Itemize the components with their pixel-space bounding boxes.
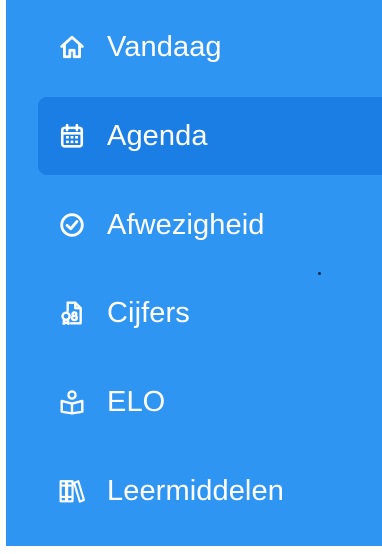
- sidebar-item-afwezigheid[interactable]: Afwezigheid: [38, 186, 382, 264]
- sidebar-item-elo[interactable]: ELO: [38, 363, 382, 441]
- sidebar-item-label: Afwezigheid: [107, 208, 265, 241]
- sidebar-item-agenda[interactable]: Agenda: [38, 97, 382, 175]
- sidebar-item-label: Agenda: [107, 119, 208, 152]
- decorative-speck: [318, 272, 321, 275]
- sidebar-nav: Vandaag Agenda Afwezigheid Cijfers ELO L…: [6, 0, 382, 546]
- calendar-icon: [59, 123, 85, 149]
- sidebar-item-vandaag[interactable]: Vandaag: [38, 8, 382, 86]
- sidebar-item-cijfers[interactable]: Cijfers: [38, 274, 382, 352]
- home-icon: [59, 34, 85, 60]
- sidebar-item-label: Cijfers: [107, 296, 190, 329]
- sidebar-item-label: ELO: [107, 385, 166, 418]
- sidebar-item-leermiddelen[interactable]: Leermiddelen: [38, 452, 382, 530]
- sidebar-item-label: Vandaag: [107, 30, 222, 63]
- books-icon: [59, 478, 85, 504]
- check-circle-icon: [59, 212, 85, 238]
- grade-document-icon: [59, 300, 85, 326]
- study-book-icon: [59, 389, 85, 415]
- sidebar-item-label: Leermiddelen: [107, 474, 284, 507]
